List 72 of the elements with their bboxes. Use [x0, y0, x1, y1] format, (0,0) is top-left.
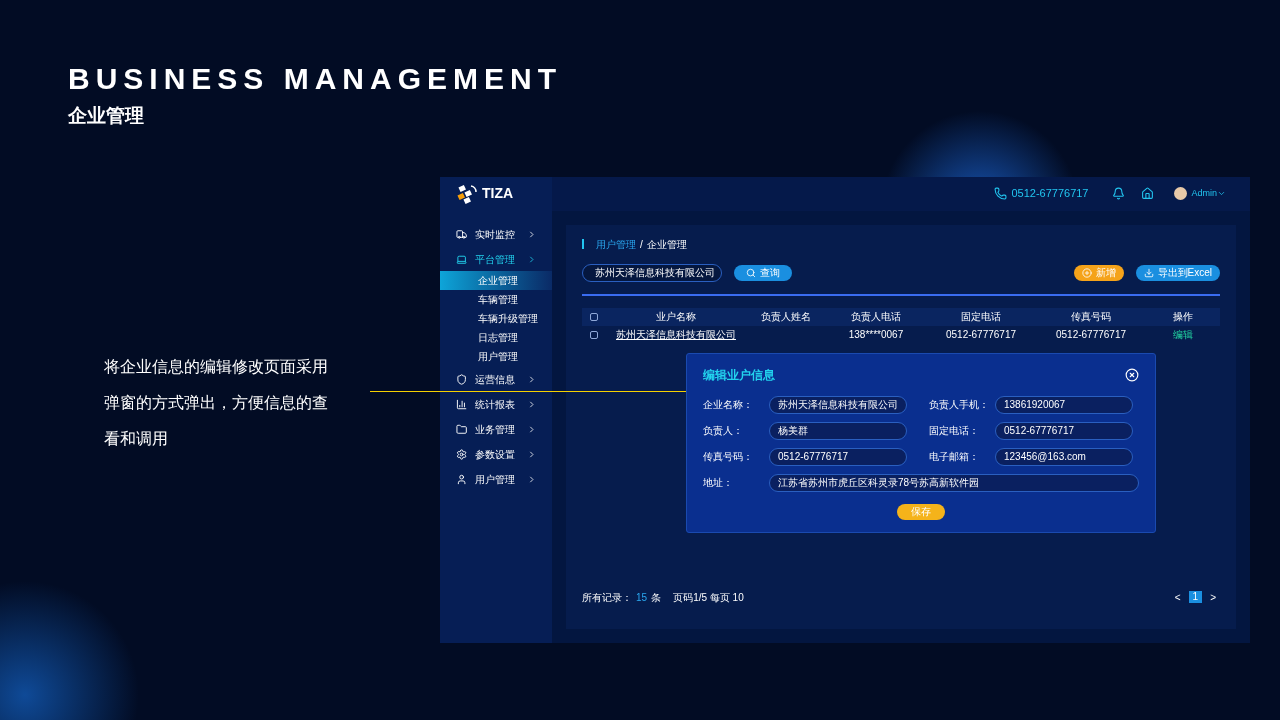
checkbox[interactable]	[590, 312, 598, 321]
caret-icon	[1217, 189, 1226, 198]
field-label: 传真号码：	[703, 450, 754, 464]
slide-subtitle: 企业管理	[68, 104, 145, 128]
field-label: 固定电话：	[929, 424, 980, 438]
table-cell-text: 0512-67776717	[1054, 328, 1128, 342]
bell-icon[interactable]	[1112, 187, 1126, 200]
paging-info: 页码1/5 每页 10	[673, 590, 744, 605]
breadcrumb-current: 企业管理	[646, 237, 687, 252]
search-icon	[746, 267, 756, 278]
sidebar-subitem[interactable]: 企业管理	[440, 270, 552, 290]
sidebar-subitem[interactable]: 用户管理	[440, 346, 552, 366]
plus-icon	[1081, 267, 1092, 278]
next-page-button[interactable]: >	[1206, 589, 1220, 605]
column-header: 负责人电话	[826, 307, 926, 326]
company-link[interactable]: 苏州天泽信息科技有限公司	[616, 327, 736, 342]
column-header: 操作	[1146, 307, 1220, 326]
input-field[interactable]: 0512-67776717	[769, 447, 907, 466]
download-icon	[1143, 267, 1154, 278]
input-field[interactable]: 江苏省苏州市虎丘区科灵录78号苏高新软件园	[769, 473, 1139, 492]
logo-text: TIZA	[482, 184, 514, 203]
avatar	[1174, 187, 1188, 200]
input-field[interactable]: 苏州天泽信息科技有限公司	[769, 395, 907, 414]
caption-text: 将企业信息的编辑修改页面采用弹窗的方式弹出，方便信息的查看和调用	[104, 356, 329, 449]
input-field[interactable]: 杨美群	[769, 421, 907, 440]
sidebar-subitem[interactable]: 车辆升级管理	[440, 308, 552, 328]
phone-icon	[994, 187, 1008, 200]
column-header: 传真号码	[1036, 307, 1146, 326]
field-label: 负责人：	[703, 424, 744, 438]
column-header: 负责人姓名	[746, 307, 826, 326]
settings-icon	[456, 447, 468, 461]
table-cell-text: 138****0067	[847, 328, 905, 342]
folder-icon	[456, 422, 468, 436]
logo-icon	[456, 183, 478, 204]
records-label: 所有记录：	[582, 590, 632, 605]
sidebar-item[interactable]: 参数设置	[440, 442, 552, 466]
user-menu[interactable]: Admin	[1191, 186, 1226, 201]
breadcrumb-link[interactable]: 用户管理	[596, 236, 636, 252]
records-unit: 条	[651, 590, 662, 605]
slide-title: BUSINESS MANAGEMENT	[68, 64, 564, 94]
checkbox[interactable]	[590, 330, 598, 339]
hotline-number: 0512-67776717	[1011, 186, 1089, 202]
table-cell-text: 0512-67776717	[944, 328, 1018, 342]
breadcrumb-separator: /	[640, 237, 643, 252]
sidebar-item[interactable]: 用户管理	[440, 467, 552, 491]
sidebar-item[interactable]: 平台管理	[440, 247, 552, 271]
search-field[interactable]: 苏州天泽信息科技有限公司	[582, 263, 722, 282]
field-label: 电子邮箱：	[929, 450, 980, 464]
input-field[interactable]: 123456@163.com	[995, 447, 1133, 466]
field-label: 地址：	[703, 476, 734, 490]
sidebar-subitem[interactable]: 车辆管理	[440, 289, 552, 309]
records-count: 15	[636, 590, 648, 605]
prev-page-button[interactable]: <	[1170, 589, 1185, 605]
field-label: 负责人手机：	[929, 398, 990, 412]
column-header: 固定电话	[926, 307, 1036, 326]
home-icon[interactable]	[1141, 187, 1155, 200]
column-header: 业户名称	[606, 307, 746, 326]
input-field[interactable]: 13861920067	[995, 395, 1133, 414]
user-icon	[456, 472, 468, 486]
truck-icon	[456, 227, 468, 241]
close-icon[interactable]	[1125, 367, 1139, 382]
field-label: 企业名称：	[703, 398, 754, 412]
sidebar-subitem[interactable]: 日志管理	[440, 327, 552, 347]
sidebar-item[interactable]: 统计报表	[440, 392, 552, 416]
dialog-title: 编辑业户信息	[703, 366, 775, 384]
shield-icon	[456, 372, 468, 386]
bar-chart-icon	[456, 397, 468, 411]
edit-link[interactable]: 编辑	[1173, 327, 1193, 342]
sidebar-item[interactable]: 业务管理	[440, 417, 552, 441]
input-field[interactable]: 0512-67776717	[995, 421, 1133, 440]
sidebar-item[interactable]: 实时监控	[440, 222, 552, 246]
sidebar-item[interactable]: 运营信息	[440, 367, 552, 391]
